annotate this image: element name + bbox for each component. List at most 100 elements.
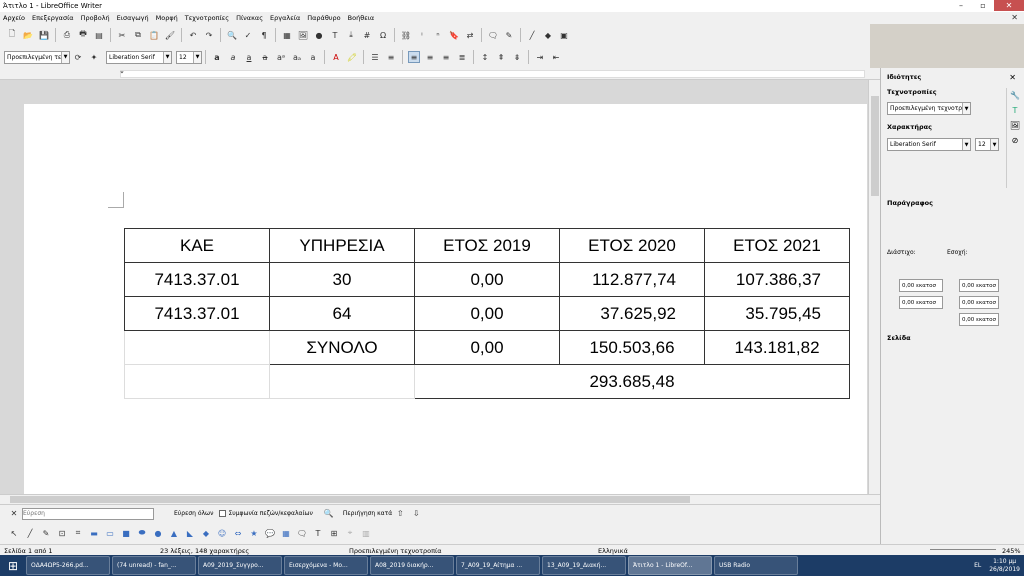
cross-reference-icon[interactable]: ⇄ <box>464 29 476 41</box>
increase-indent-icon[interactable]: ⇥ <box>534 51 546 63</box>
table-cell-empty[interactable] <box>124 364 270 399</box>
page-count[interactable]: Σελίδα 1 από 1 <box>4 547 53 555</box>
insert-image-icon[interactable]: 🖼 <box>297 29 309 41</box>
insert-table-icon[interactable]: ▦ <box>281 29 293 41</box>
taskbar-item[interactable]: 7_Α09_19_Αίτημα ... <box>456 556 540 575</box>
subscript-icon[interactable]: aₐ <box>291 51 303 63</box>
header-cell[interactable]: ΕΤΟΣ 2021 <box>704 228 850 263</box>
ellipse-icon[interactable]: ⬬ <box>136 527 148 539</box>
table-cell-empty[interactable] <box>124 330 270 365</box>
table-cell[interactable]: 7413.37.01 <box>124 296 270 331</box>
find-input[interactable] <box>22 507 154 520</box>
copy-icon[interactable]: ⧉ <box>132 29 144 41</box>
font-color-icon[interactable]: A <box>330 51 342 63</box>
sidebar-font-size-combo[interactable]: 12 ▼ <box>975 138 999 151</box>
insert-textbox-icon[interactable]: T <box>312 527 324 539</box>
basic-shapes-icon[interactable]: ◆ <box>542 29 554 41</box>
align-right-icon[interactable]: ≡ <box>440 51 452 63</box>
table-cell[interactable]: 112.877,74 <box>559 262 705 297</box>
character-section-title[interactable]: Χαρακτήρας <box>887 123 932 131</box>
horizontal-scrollbar[interactable] <box>0 494 880 504</box>
menu-view[interactable]: Προβολή <box>81 14 110 22</box>
taskbar-item[interactable]: 13_Α09_19_Διακή... <box>542 556 626 575</box>
footnote-icon[interactable]: ⁱ <box>416 29 428 41</box>
square-icon[interactable]: ■ <box>120 527 132 539</box>
taskbar-item[interactable]: Α09_2019_Συγγρο... <box>198 556 282 575</box>
table-cell[interactable]: 30 <box>269 262 415 297</box>
table-cell[interactable]: 0,00 <box>414 262 560 297</box>
font-name-combo[interactable]: Liberation Serif ▼ <box>106 50 172 64</box>
paragraph-section-title[interactable]: Παράγραφος <box>887 199 933 207</box>
fontwork-icon[interactable]: ⊞ <box>328 527 340 539</box>
scrollbar-thumb[interactable] <box>10 496 690 503</box>
rectangle-icon[interactable]: ▬ <box>88 527 100 539</box>
taskbar-item[interactable]: (74 unread) - fan_... <box>112 556 196 575</box>
track-changes-icon[interactable]: ✎ <box>503 29 515 41</box>
start-button[interactable]: ⊞ <box>0 555 26 576</box>
header-cell[interactable]: ΕΤΟΣ 2019 <box>414 228 560 263</box>
total-cell[interactable]: 150.503,66 <box>559 330 705 365</box>
indent-before-field[interactable]: 0,00 εκατοσ <box>959 279 999 292</box>
comment-icon[interactable]: 🗨 <box>487 29 499 41</box>
numbering-icon[interactable]: ≡ <box>385 51 397 63</box>
menu-tools[interactable]: Εργαλεία <box>270 14 300 22</box>
ruler-tab-marker[interactable]: ⏷ <box>120 70 124 76</box>
table-cell[interactable]: 7413.37.01 <box>124 262 270 297</box>
budget-table[interactable]: ΚΑΕ ΥΠΗΡΕΣΙΑ ΕΤΟΣ 2019 ΕΤΟΣ 2020 ΕΤΟΣ 20… <box>124 228 850 399</box>
zoom-level[interactable]: 245% <box>1002 547 1021 555</box>
rounded-rectangle-icon[interactable]: ▭ <box>104 527 116 539</box>
special-character-icon[interactable]: Ω <box>377 29 389 41</box>
text-language[interactable]: Ελληνικά <box>598 547 628 555</box>
extrusion-icon[interactable]: ▥ <box>360 527 372 539</box>
line-icon[interactable]: ╱ <box>526 29 538 41</box>
close-find-icon[interactable]: ✕ <box>8 508 20 520</box>
menu-window[interactable]: Παράθυρο <box>307 14 340 22</box>
symbol-shapes-icon[interactable]: ☺ <box>216 527 228 539</box>
minimize-button[interactable]: – <box>950 0 972 11</box>
superscript-icon[interactable]: aᵃ <box>275 51 287 63</box>
chevron-down-icon[interactable]: ▼ <box>962 103 970 114</box>
basic-shapes-icon[interactable]: ◆ <box>200 527 212 539</box>
spacing-above-field[interactable]: 0,00 εκατοσ <box>899 279 943 292</box>
justify-icon[interactable]: ≣ <box>456 51 468 63</box>
clone-format-icon[interactable]: 🖌 <box>164 29 176 41</box>
spacing-below-field[interactable]: 0,00 εκατοσ <box>899 296 943 309</box>
taskbar-item[interactable]: USB Radio <box>714 556 798 575</box>
insert-textbox-icon[interactable]: T <box>329 29 341 41</box>
new-style-icon[interactable]: ✦ <box>88 51 100 63</box>
table-cell[interactable]: 37.625,92 <box>559 296 705 331</box>
find-replace-icon[interactable]: 🔍 <box>323 508 335 520</box>
block-arrows-icon[interactable]: ⇔ <box>232 527 244 539</box>
undo-icon[interactable]: ↶ <box>187 29 199 41</box>
menu-edit[interactable]: Επεξεργασία <box>32 14 74 22</box>
open-icon[interactable]: 📂 <box>22 29 34 41</box>
line-icon[interactable]: ╱ <box>24 527 36 539</box>
scrollbar-thumb[interactable] <box>871 96 879 196</box>
endnote-icon[interactable]: ⁿ <box>432 29 444 41</box>
hyperlink-icon[interactable]: ⛓ <box>400 29 412 41</box>
document-area[interactable]: ΚΑΕ ΥΠΗΡΕΣΙΑ ΕΤΟΣ 2019 ΕΤΟΣ 2020 ΕΤΟΣ 20… <box>0 80 868 494</box>
stars-icon[interactable]: ★ <box>248 527 260 539</box>
menu-file[interactable]: Αρχείο <box>3 14 25 22</box>
insert-page-break-icon[interactable]: ⤓ <box>345 29 357 41</box>
paragraph-style-combo[interactable]: Προεπιλεγμένη τεχ ▼ <box>4 50 70 64</box>
line-spacing-icon[interactable]: ↕ <box>479 51 491 63</box>
total-cell[interactable]: 0,00 <box>414 330 560 365</box>
close-window-button[interactable]: ✕ <box>994 0 1024 11</box>
header-cell[interactable]: ΚΑΕ <box>124 228 270 263</box>
strikethrough-icon[interactable]: a <box>259 51 271 63</box>
menu-format[interactable]: Μορφή <box>156 14 178 22</box>
draw-functions-icon[interactable]: ▣ <box>558 29 570 41</box>
align-center-icon[interactable]: ≡ <box>424 51 436 63</box>
callout-icon[interactable]: ⌗ <box>72 527 84 539</box>
table-cell[interactable]: 107.386,37 <box>704 262 850 297</box>
header-cell[interactable]: ΕΤΟΣ 2020 <box>559 228 705 263</box>
text-box-icon[interactable]: ⊡ <box>56 527 68 539</box>
match-case-checkbox[interactable] <box>219 510 227 517</box>
paste-icon[interactable]: 📋 <box>148 29 160 41</box>
document-page[interactable]: ΚΑΕ ΥΠΗΡΕΣΙΑ ΕΤΟΣ 2019 ΕΤΟΣ 2020 ΕΤΟΣ 20… <box>24 104 867 494</box>
bullets-icon[interactable]: ☰ <box>369 51 381 63</box>
sidebar-style-combo[interactable]: Προεπιλεγμένη τεχνοτρο ▼ <box>887 102 971 115</box>
word-count[interactable]: 23 λέξεις, 148 χαρακτήρες <box>160 547 249 555</box>
font-size-combo[interactable]: 12 ▼ <box>176 50 202 64</box>
